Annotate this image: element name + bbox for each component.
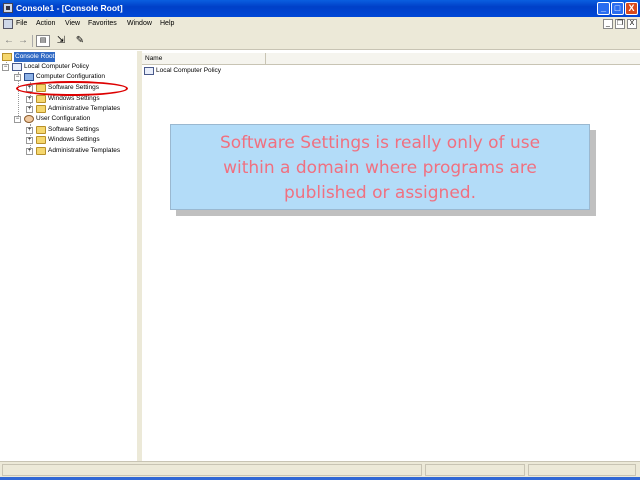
folder-icon [36,147,46,155]
folder-icon [36,136,46,144]
callout-line: Software Settings is really only of use [219,133,541,153]
policy-icon [12,63,22,71]
menu-window[interactable]: Window [127,20,152,27]
minimize-button[interactable]: _ [597,2,610,15]
menu-help[interactable]: Help [160,20,174,27]
user-icon [24,115,34,123]
folder-icon [36,95,46,103]
column-header-empty [266,53,640,65]
tree-node-user-configuration[interactable]: − User Configuration [14,114,134,124]
mmc-app-icon[interactable] [3,3,13,13]
tree-label: Windows Settings [48,136,100,143]
forward-arrow-icon[interactable]: → [16,35,30,47]
console-root-icon [2,53,12,61]
red-highlight-ellipse [16,81,128,96]
toolbar: ← → ▤ ⇲ ✎ [0,32,640,50]
computer-icon [24,73,34,81]
status-bar [0,461,640,477]
tree-node-uc-windows-settings[interactable]: + Windows Settings [26,135,136,145]
toolbar-separator [32,35,33,47]
menu-view[interactable]: View [65,20,80,27]
mdi-minimize-button[interactable]: _ [603,19,613,29]
properties-icon[interactable]: ✎ [73,35,87,47]
menu-bar: File Action View Favorites Window Help _… [0,17,640,32]
tree-label: User Configuration [36,115,91,122]
tree-node-cc-administrative-templates[interactable]: + Administrative Templates [26,104,136,114]
expand-toggle[interactable]: + [26,148,33,155]
maximize-button[interactable]: □ [611,2,624,15]
menu-file[interactable]: File [16,20,27,27]
column-header-name[interactable]: Name [142,53,266,65]
mdi-close-button[interactable]: X [627,19,637,29]
annotation-callout: Software Settings is really only of use … [170,124,590,210]
callout-line: published or assigned. [284,183,476,203]
console-window-icon[interactable] [3,19,13,29]
tree-pane[interactable]: Console Root − Local Computer Policy − C… [0,51,139,461]
expand-toggle[interactable]: + [26,96,33,103]
list-item-label: Local Computer Policy [156,67,222,74]
callout-line: within a domain where programs are [223,158,537,178]
results-pane[interactable]: Name Local Computer Policy [142,51,640,461]
tree-label: Administrative Templates [48,105,121,112]
folder-icon [36,126,46,134]
status-segment [528,464,636,476]
tree-label: Software Settings [48,126,99,133]
status-segment [425,464,525,476]
policy-icon [144,67,154,75]
collapse-toggle[interactable]: − [14,116,21,123]
collapse-toggle[interactable]: − [14,74,21,81]
tree-node-uc-administrative-templates[interactable]: + Administrative Templates [26,146,136,156]
close-button[interactable]: X [625,2,638,15]
expand-toggle[interactable]: + [26,137,33,144]
folder-icon [36,105,46,113]
tree-node-console-root[interactable]: Console Root [2,52,62,62]
menu-favorites[interactable]: Favorites [88,20,117,27]
tree-label: Local Computer Policy [24,63,90,70]
export-list-icon[interactable]: ⇲ [54,35,68,47]
window-title: Console1 - [Console Root] [16,3,123,13]
collapse-toggle[interactable]: − [2,64,9,71]
title-bar: Console1 - [Console Root] _ □ X [0,0,640,17]
tree-node-local-computer-policy[interactable]: − Local Computer Policy [2,62,122,72]
mdi-restore-button[interactable]: ❐ [615,19,625,29]
show-hide-tree-icon[interactable]: ▤ [36,35,50,47]
expand-toggle[interactable]: + [26,127,33,134]
tree-node-uc-software-settings[interactable]: + Software Settings [26,125,136,135]
back-arrow-icon[interactable]: ← [2,35,16,47]
tree-label: Administrative Templates [48,147,121,154]
tree-label: Console Root [14,52,56,62]
menu-action[interactable]: Action [36,20,55,27]
status-segment [2,464,422,476]
expand-toggle[interactable]: + [26,106,33,113]
